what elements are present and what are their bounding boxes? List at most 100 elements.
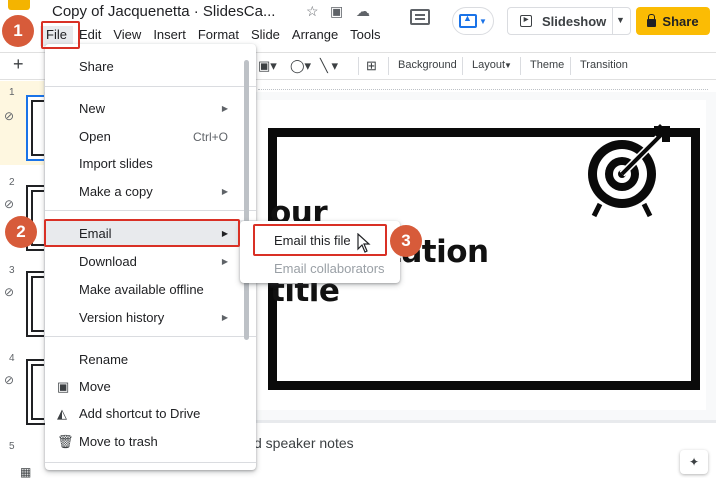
submenu-item-email-collaborators[interactable]: Email collaborators [274,261,385,276]
menu-item-open[interactable]: Open Ctrl+O [45,123,256,150]
share-button[interactable]: Share [636,7,710,35]
menu-item-import-slides[interactable]: Import slides [45,150,256,177]
document-title[interactable]: Copy of Jacquenetta · SlidesCa... [52,3,275,20]
menu-item-move-to-trash[interactable]: 🗑 Move to trash [45,428,256,455]
mouse-pointer-icon [357,233,371,253]
menu-format[interactable]: Format [192,26,245,46]
step-marker-3: 3 [390,225,422,257]
share-label: Share [662,13,699,29]
play-icon: ▶ [520,15,532,27]
submenu-arrow-icon: ▶ [221,257,228,266]
menu-item-label: Add shortcut to Drive [79,406,201,421]
menu-item-make-a-copy[interactable]: Make a copy ▶ [45,178,256,205]
menu-divider [45,210,256,211]
new-slide-icon[interactable]: + [13,54,24,75]
menu-view[interactable]: View [107,26,147,46]
divider [388,57,389,75]
drive-shortcut-icon: ◭ [57,405,67,421]
slideshow-label: Slideshow [542,13,607,29]
move-folder-icon[interactable]: ▣ [330,3,343,20]
speaker-notes-icon: ⊘ [4,373,15,387]
menu-slide[interactable]: Slide [245,26,286,46]
menu-item-label: Move [79,379,111,394]
explore-button[interactable]: ✦ [680,450,708,474]
menu-item-shortcut: Ctrl+O [192,129,228,144]
grid-view-icon[interactable]: ▦ [20,465,31,478]
chevron-down-icon[interactable]: ▼ [616,15,625,25]
menu-item-version-history[interactable]: Version history ▶ [45,304,256,331]
slide-number: 2 [9,177,15,188]
file-menu-highlight [41,21,80,49]
divider [520,57,521,75]
chevron-down-icon: ▼ [479,16,487,26]
divider [612,8,613,34]
speaker-notes-icon: ⊘ [4,285,15,299]
top-bar: Copy of Jacquenetta · SlidesCa... ☆ ▣ ☁ … [0,0,716,50]
speaker-notes-icon: ⊘ [4,197,15,211]
menu-item-new[interactable]: New ▶ [45,95,256,122]
target-arrow-icon [588,124,670,218]
slide-number: 1 [9,87,15,98]
menu-tools[interactable]: Tools [344,26,386,46]
lock-icon [647,13,657,27]
slide-number: 3 [9,265,15,276]
transition-button[interactable]: Transition [580,59,628,71]
move-folder-icon: ▣ [57,378,70,394]
image-icon[interactable]: ▣▾ [258,58,277,74]
file-menu: Share New ▶ Open Ctrl+O Import slides Ma… [45,44,256,470]
menu-item-label: Share [79,59,114,74]
divider [358,57,359,75]
menu-item-label: Make a copy [79,184,153,199]
present-to-meeting-button[interactable]: ▼ [452,7,494,35]
filmstrip: 1 ⊘ 2 ⊘ 3 ⊘ 4 ⊘ 5 [0,81,66,466]
slides-logo-icon[interactable] [8,0,30,10]
menu-bar: File Edit View Insert Format Slide Arran… [40,26,387,46]
menu-item-share[interactable]: Share [45,53,256,80]
slide-number: 5 [9,441,15,452]
chevron-down-icon: ▼ [504,61,512,70]
explore-icon: ✦ [688,455,700,469]
menu-item-label: Version history [79,310,165,325]
menu-item-label: Rename [79,352,129,367]
submenu-arrow-icon: ▶ [221,313,228,322]
menu-item-make-available-offline[interactable]: Make available offline [45,276,256,303]
background-button[interactable]: Background [398,59,457,71]
menu-insert[interactable]: Insert [147,26,192,46]
menu-item-label: Download [79,254,137,269]
submenu-arrow-icon: ▶ [221,104,228,113]
submenu-arrow-icon: ▶ [221,187,228,196]
star-icon[interactable]: ☆ [306,3,319,20]
menu-item-label: Open [79,129,111,144]
add-comment-icon[interactable]: ⊞ [366,58,377,74]
menu-divider [45,336,256,337]
divider [462,57,463,75]
email-item-highlight [44,219,240,247]
trash-icon: 🗑 [57,433,74,449]
menu-item-add-shortcut[interactable]: ◭ Add shortcut to Drive [45,400,256,427]
cloud-status-icon[interactable]: ☁ [356,3,370,20]
menu-divider [45,86,256,87]
menu-item-move[interactable]: ▣ Move [45,373,256,400]
theme-button[interactable]: Theme [530,59,564,71]
menu-item-rename[interactable]: Rename [45,346,256,373]
comment-history-icon[interactable] [410,9,430,25]
menu-arrange[interactable]: Arrange [286,26,344,46]
menu-scrollbar[interactable] [244,60,249,340]
menu-item-label: Import slides [79,156,153,171]
menu-item-download[interactable]: Download ▶ [45,248,256,275]
menu-item-label: New [79,101,106,116]
shape-icon[interactable]: ◯▾ [290,58,311,74]
menu-divider [45,462,256,463]
present-screen-icon [459,13,478,28]
speaker-notes[interactable]: d speaker notes [254,435,354,451]
divider [570,57,571,75]
slideshow-button[interactable]: ▶ Slideshow ▼ [507,7,631,35]
layout-button[interactable]: Layout [472,59,505,71]
step-marker-1: 1 [2,15,34,47]
menu-item-label: Make available offline [79,282,204,297]
slide-number: 4 [9,353,15,364]
ruler [258,82,708,90]
step-marker-2: 2 [5,216,37,248]
speaker-notes-icon: ⊘ [4,109,15,123]
line-icon[interactable]: ╲ ▾ [320,58,338,74]
